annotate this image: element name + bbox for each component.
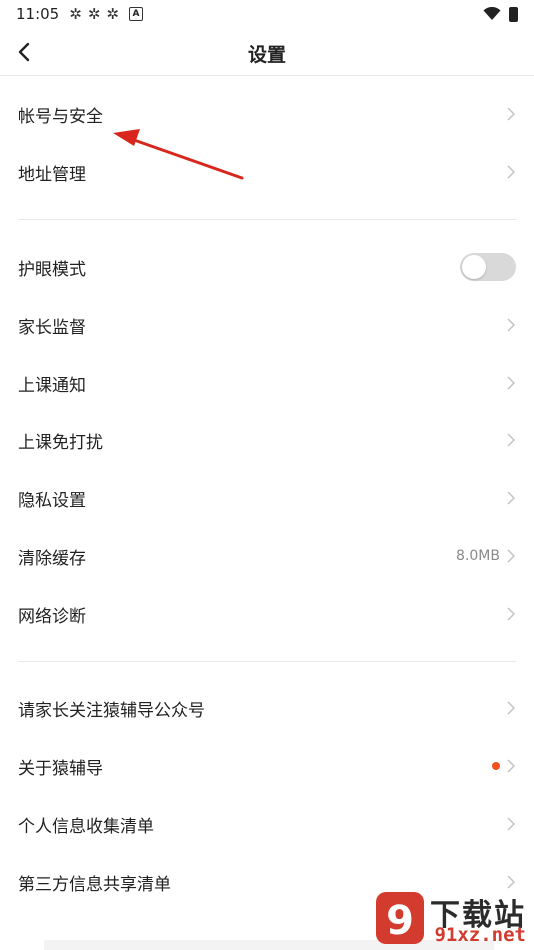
settings-item-parental-supervision[interactable]: 家长监督 — [0, 299, 534, 351]
settings-item-about[interactable]: 关于猿辅导 — [0, 740, 534, 792]
watermark-line2: 91xz.net — [434, 924, 526, 946]
settings-item-label: 护眼模式 — [18, 259, 86, 280]
settings-item-label: 地址管理 — [18, 164, 86, 185]
page-title: 设置 — [247, 44, 286, 66]
notification-a-icon: A — [128, 7, 143, 21]
chevron-right-icon — [507, 107, 516, 121]
settings-item-label: 清除缓存 — [18, 548, 86, 569]
group-divider — [18, 661, 516, 662]
settings-item-label: 家长监督 — [18, 317, 86, 338]
settings-item-label: 隐私设置 — [18, 490, 86, 511]
battery-icon — [509, 6, 518, 22]
notification-app-icon: ✲ — [106, 5, 119, 23]
chevron-right-icon — [507, 701, 516, 715]
settings-item-label: 上课通知 — [18, 375, 86, 396]
settings-item-label: 上课免打扰 — [18, 432, 103, 453]
chevron-right-icon — [507, 318, 516, 332]
notification-app-icon: ✲ — [69, 5, 82, 23]
settings-item-eye-protection: 护眼模式 — [0, 241, 534, 293]
watermark-mark-text: 9 — [386, 898, 414, 944]
chevron-right-icon — [507, 491, 516, 505]
toggle-knob — [462, 255, 486, 279]
settings-item-do-not-disturb[interactable]: 上课免打扰 — [0, 414, 534, 466]
watermark-9-icon: 9 — [376, 892, 424, 944]
settings-item-label: 网络诊断 — [18, 606, 86, 627]
cache-size-value: 8.0MB — [456, 548, 500, 564]
settings-item-label: 请家长关注猿辅导公众号 — [18, 700, 205, 721]
settings-item-privacy[interactable]: 隐私设置 — [0, 472, 534, 524]
chevron-right-icon — [507, 165, 516, 179]
nav-bar: 设置 — [0, 28, 534, 76]
settings-item-follow-official-account[interactable]: 请家长关注猿辅导公众号 — [0, 682, 534, 734]
settings-item-class-notification[interactable]: 上课通知 — [0, 357, 534, 409]
eye-protection-toggle[interactable] — [460, 253, 516, 281]
chevron-right-icon — [507, 549, 516, 563]
settings-item-account-security[interactable]: 帐号与安全 — [0, 88, 534, 140]
settings-item-label: 帐号与安全 — [18, 106, 103, 127]
notification-app-icon: ✲ — [87, 5, 101, 23]
settings-item-address[interactable]: 地址管理 — [0, 146, 534, 198]
chevron-right-icon — [507, 759, 516, 773]
wifi-icon — [483, 7, 501, 20]
settings-item-personal-info-list[interactable]: 个人信息收集清单 — [0, 798, 534, 850]
settings-item-label: 个人信息收集清单 — [18, 816, 154, 837]
watermark-logo: 9 下载站 91xz.net — [374, 888, 534, 950]
settings-item-label: 关于猿辅导 — [18, 758, 103, 779]
chevron-right-icon — [507, 817, 516, 831]
settings-item-network-diagnosis[interactable]: 网络诊断 — [0, 588, 534, 640]
chevron-right-icon — [507, 607, 516, 621]
settings-item-label: 第三方信息共享清单 — [18, 874, 171, 895]
chevron-right-icon — [507, 433, 516, 447]
group-divider — [18, 219, 516, 220]
status-time: 11:05 — [16, 5, 60, 23]
update-dot-badge — [492, 762, 500, 770]
settings-item-clear-cache[interactable]: 清除缓存 8.0MB — [0, 530, 534, 582]
status-bar: 11:05 ✲ ✲ ✲ A — [0, 0, 534, 28]
chevron-right-icon — [507, 376, 516, 390]
